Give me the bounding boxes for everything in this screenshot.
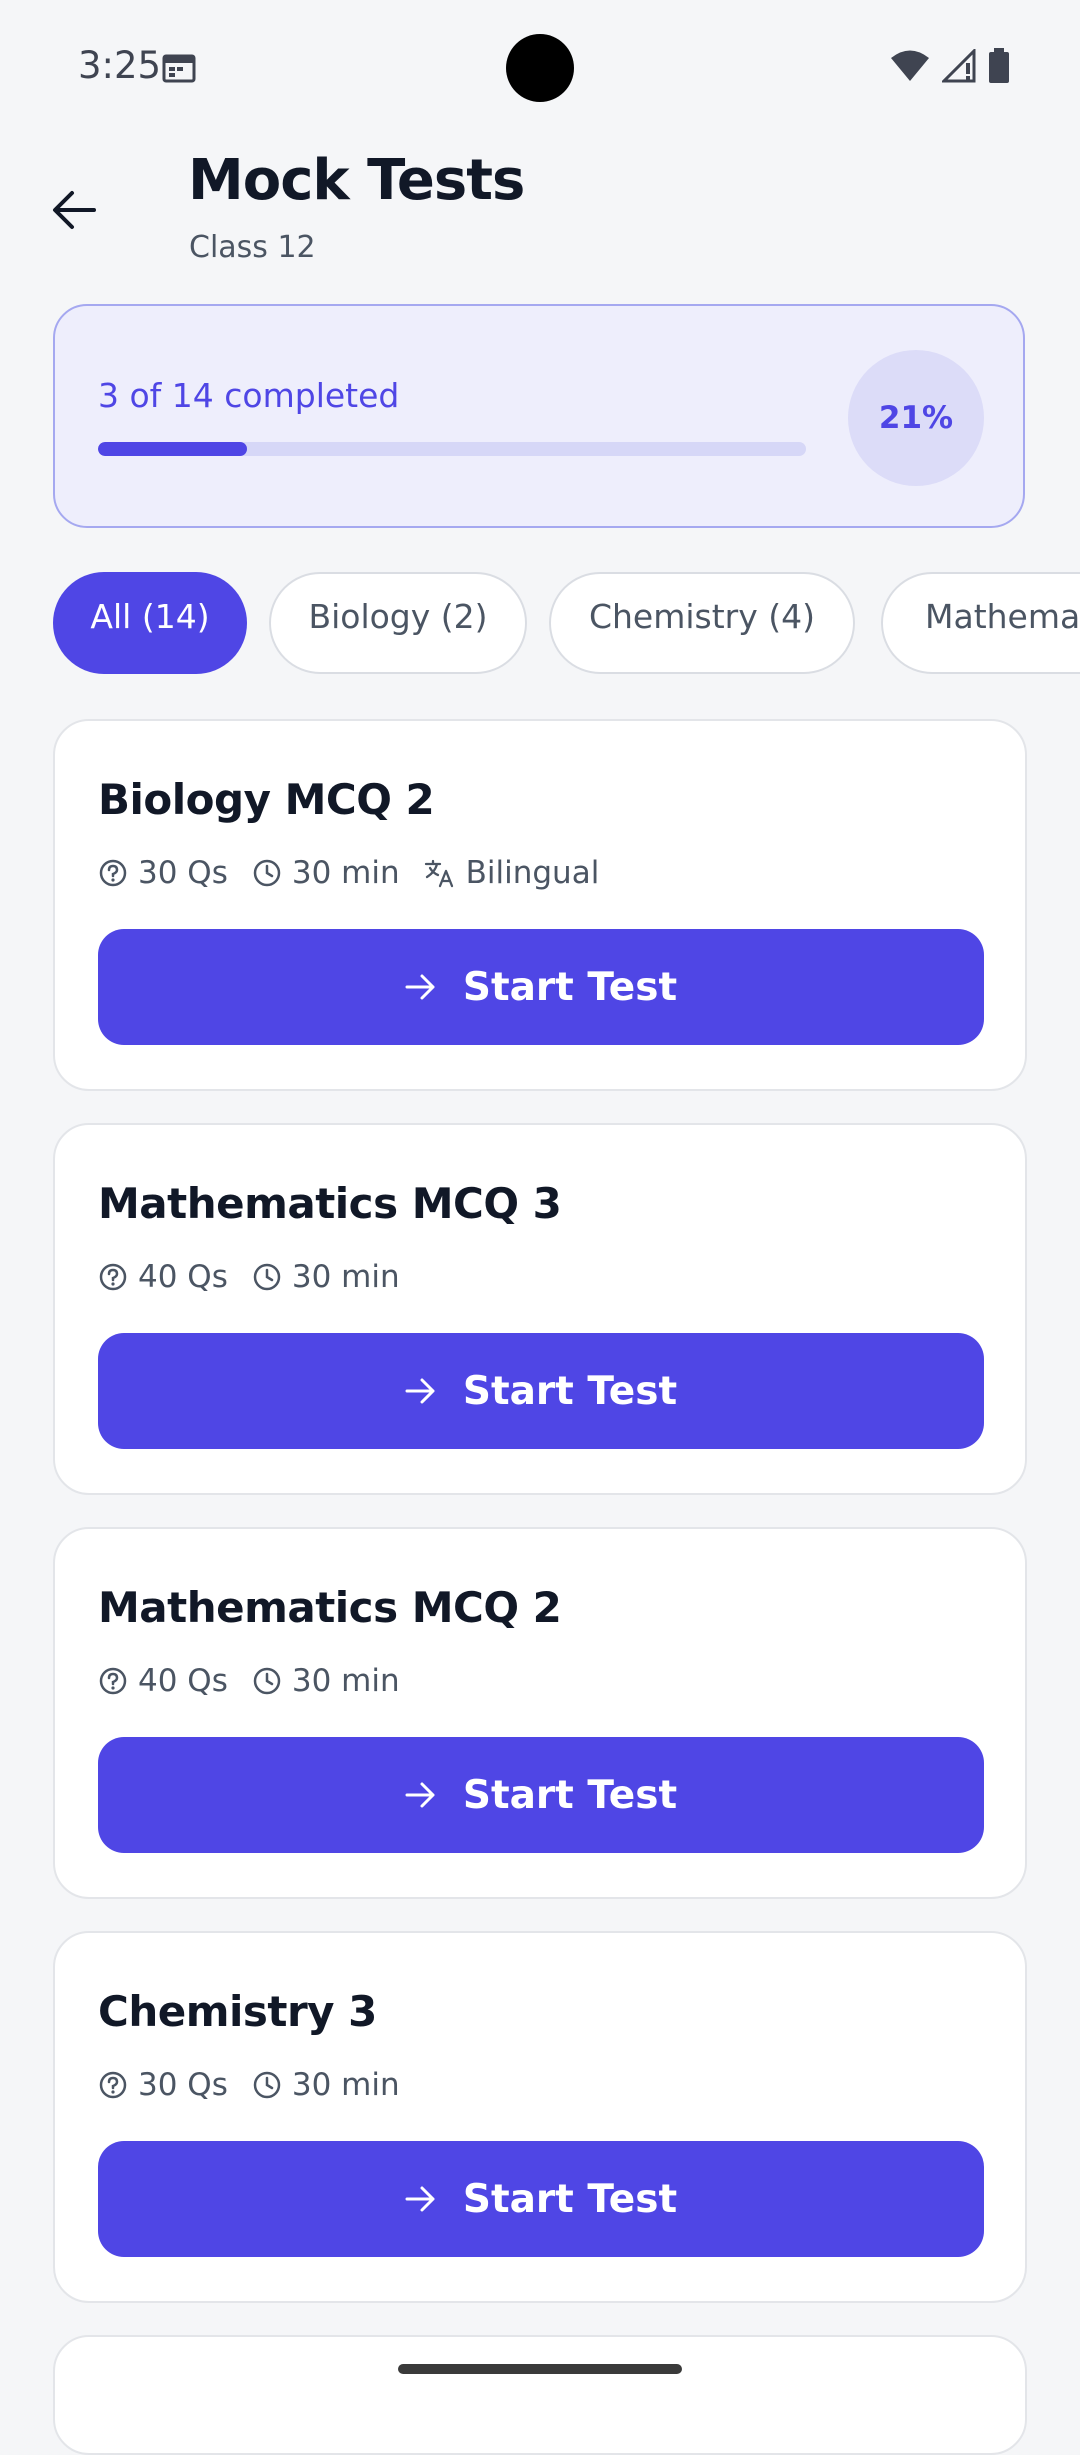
question-count: 30 Qs <box>98 2067 228 2103</box>
arrow-right-icon <box>405 974 435 1000</box>
duration-label: 30 min <box>291 2067 400 2103</box>
question-count: 40 Qs <box>98 1663 228 1699</box>
arrow-right-icon <box>405 1378 435 1404</box>
test-card: Biology MCQ 2 30 Qs 30 min Bilingual Sta… <box>53 719 1027 1091</box>
language-label: Bilingual <box>465 855 600 891</box>
start-test-label: Start Test <box>462 1772 678 1818</box>
clock-icon <box>253 859 281 887</box>
test-meta: 30 Qs 30 min Bilingual <box>98 855 623 891</box>
duration-label: 30 min <box>291 1663 400 1699</box>
help-circle-icon <box>99 859 127 887</box>
filter-chip-biology[interactable]: Biology (2) <box>269 572 527 674</box>
duration: 30 min <box>252 1259 400 1295</box>
start-test-button[interactable]: Start Test <box>98 1737 984 1853</box>
help-circle-icon <box>99 2071 127 2099</box>
camera-cutout <box>506 34 574 102</box>
progress-bar <box>98 442 806 456</box>
signal-icon <box>942 49 976 83</box>
duration-label: 30 min <box>291 855 400 891</box>
progress-label: 3 of 14 completed <box>98 376 400 415</box>
header: Mock Tests Class 12 <box>0 136 1080 286</box>
status-bar: 3:25 <box>0 0 1080 136</box>
start-test-label: Start Test <box>462 2176 678 2222</box>
language: Bilingual <box>424 855 600 891</box>
duration: 30 min <box>252 855 400 891</box>
question-count-label: 30 Qs <box>138 855 228 891</box>
page-subtitle: Class 12 <box>189 230 316 265</box>
clock-icon <box>253 2071 281 2099</box>
progress-card: 3 of 14 completed 21% <box>53 304 1025 528</box>
translate-icon <box>424 859 453 888</box>
duration-label: 30 min <box>291 1259 400 1295</box>
wifi-icon <box>891 50 929 81</box>
test-card-partial <box>53 2335 1027 2455</box>
calendar-icon <box>162 54 196 83</box>
question-count-label: 40 Qs <box>138 1663 228 1699</box>
start-test-label: Start Test <box>462 964 678 1010</box>
start-test-button[interactable]: Start Test <box>98 1333 984 1449</box>
test-title: Chemistry 3 <box>98 1987 377 2036</box>
help-circle-icon <box>99 1263 127 1291</box>
progress-bar-fill <box>98 442 247 456</box>
test-card: Mathematics MCQ 3 40 Qs 30 min Start Tes… <box>53 1123 1027 1495</box>
arrow-right-icon <box>405 1782 435 1808</box>
test-title: Biology MCQ 2 <box>98 775 435 824</box>
start-test-button[interactable]: Start Test <box>98 929 984 1045</box>
home-indicator <box>398 2364 682 2374</box>
question-count-label: 30 Qs <box>138 2067 228 2103</box>
duration: 30 min <box>252 2067 400 2103</box>
test-title: Mathematics MCQ 3 <box>98 1179 562 1228</box>
filter-chip-mathematics[interactable]: Mathematics <box>881 572 1080 674</box>
filter-chip-all[interactable]: All (14) <box>53 572 247 674</box>
arrow-left-icon <box>53 191 96 229</box>
clock-icon <box>253 1667 281 1695</box>
status-time: 3:25 <box>78 44 162 87</box>
status-icons <box>890 48 1010 84</box>
question-count-label: 40 Qs <box>138 1259 228 1295</box>
battery-icon <box>989 48 1009 83</box>
question-count: 30 Qs <box>98 855 228 891</box>
filter-chip-chemistry[interactable]: Chemistry (4) <box>549 572 855 674</box>
test-card: Mathematics MCQ 2 40 Qs 30 min Start Tes… <box>53 1527 1027 1899</box>
page-title: Mock Tests <box>188 148 525 213</box>
back-button[interactable] <box>44 180 104 240</box>
duration: 30 min <box>252 1663 400 1699</box>
question-count: 40 Qs <box>98 1259 228 1295</box>
filter-chip-row: All (14) Biology (2) Chemistry (4) Mathe… <box>53 572 1080 676</box>
arrow-right-icon <box>405 2186 435 2212</box>
start-test-button[interactable]: Start Test <box>98 2141 984 2257</box>
help-circle-icon <box>99 1667 127 1695</box>
clock-icon <box>253 1263 281 1291</box>
test-meta: 30 Qs 30 min <box>98 2067 424 2103</box>
start-test-label: Start Test <box>462 1368 678 1414</box>
test-title: Mathematics MCQ 2 <box>98 1583 562 1632</box>
progress-percent-badge: 21% <box>848 350 984 486</box>
test-meta: 40 Qs 30 min <box>98 1663 424 1699</box>
test-card: Chemistry 3 30 Qs 30 min Start Test <box>53 1931 1027 2303</box>
test-meta: 40 Qs 30 min <box>98 1259 424 1295</box>
